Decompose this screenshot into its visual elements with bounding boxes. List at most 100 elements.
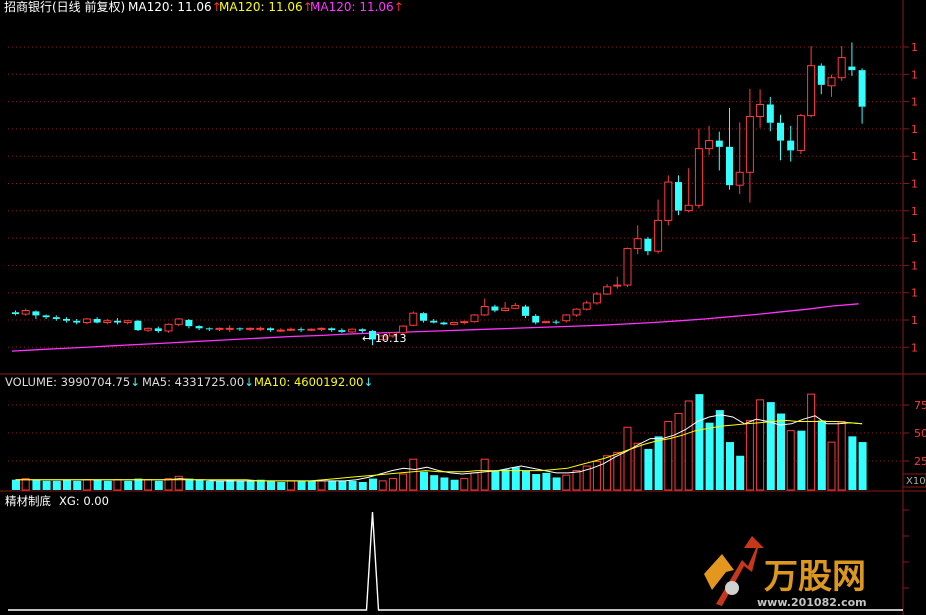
candle[interactable] xyxy=(12,310,19,316)
candle[interactable] xyxy=(684,168,693,213)
volume-bar[interactable] xyxy=(124,480,133,490)
volume-bar[interactable] xyxy=(42,480,51,490)
candle[interactable] xyxy=(480,298,489,316)
volume-bar[interactable] xyxy=(695,394,704,490)
volume-bar[interactable] xyxy=(12,479,20,490)
candle[interactable] xyxy=(705,125,714,155)
candle[interactable] xyxy=(522,304,529,319)
volume-bar[interactable] xyxy=(307,480,316,490)
volume-bar[interactable] xyxy=(52,480,61,490)
candle[interactable] xyxy=(715,131,723,171)
candle[interactable] xyxy=(664,175,673,226)
volume-bar[interactable] xyxy=(286,480,295,491)
candle[interactable] xyxy=(114,318,121,325)
volume-bar[interactable] xyxy=(277,482,286,490)
volume-bar[interactable] xyxy=(430,475,439,490)
volume-bar[interactable] xyxy=(562,474,571,491)
candle[interactable] xyxy=(491,304,499,313)
candle[interactable] xyxy=(613,276,622,289)
volume-bar[interactable] xyxy=(420,471,428,490)
volume-bar[interactable] xyxy=(195,479,204,490)
volume-bar[interactable] xyxy=(144,479,153,491)
volume-bar[interactable] xyxy=(532,474,541,490)
candle[interactable] xyxy=(338,328,346,333)
candle[interactable] xyxy=(348,328,357,333)
candle[interactable] xyxy=(796,113,805,154)
candle[interactable] xyxy=(93,317,101,324)
volume-bar[interactable] xyxy=(613,451,622,491)
candle[interactable] xyxy=(267,327,274,332)
volume-bar[interactable] xyxy=(32,479,41,490)
candle[interactable] xyxy=(675,175,682,216)
volume-bar[interactable] xyxy=(205,480,214,490)
candle[interactable] xyxy=(63,317,70,323)
candle[interactable] xyxy=(654,199,663,254)
volume-bar[interactable] xyxy=(103,480,112,490)
volume-bar[interactable] xyxy=(766,402,775,490)
volume-bar[interactable] xyxy=(745,419,754,491)
candle[interactable] xyxy=(572,308,581,317)
volume-bar[interactable] xyxy=(450,479,459,490)
volume-bar[interactable] xyxy=(82,479,91,491)
candle[interactable] xyxy=(134,319,142,332)
volume-bar[interactable] xyxy=(236,480,245,490)
candle[interactable] xyxy=(603,284,612,295)
volume-bar[interactable] xyxy=(705,422,714,490)
candle[interactable] xyxy=(42,314,50,319)
volume-bar[interactable] xyxy=(317,480,326,491)
volume-bar[interactable] xyxy=(623,426,632,491)
volume-bar[interactable] xyxy=(378,480,387,491)
candle[interactable] xyxy=(286,327,295,332)
volume-bar[interactable] xyxy=(216,480,224,490)
volume-bar[interactable] xyxy=(542,472,551,490)
candlestick-series[interactable] xyxy=(12,42,866,346)
volume-bar[interactable] xyxy=(797,430,806,490)
candle[interactable] xyxy=(817,63,825,95)
candle[interactable] xyxy=(174,318,183,327)
candle[interactable] xyxy=(582,300,591,311)
volume-bar[interactable] xyxy=(297,480,306,490)
volume-bar[interactable] xyxy=(786,430,795,491)
candle[interactable] xyxy=(205,327,213,332)
volume-bar[interactable] xyxy=(837,421,846,491)
candle[interactable] xyxy=(450,321,459,326)
volume-bar[interactable] xyxy=(501,469,510,490)
candle[interactable] xyxy=(409,311,418,327)
candle[interactable] xyxy=(123,319,132,325)
candle[interactable] xyxy=(694,128,703,209)
volume-bar[interactable] xyxy=(664,421,673,491)
volume-bar[interactable] xyxy=(164,478,173,491)
volume-bar[interactable] xyxy=(369,478,377,490)
candle[interactable] xyxy=(837,46,846,81)
candle[interactable] xyxy=(541,320,550,324)
volume-bar[interactable] xyxy=(817,420,826,490)
candle[interactable] xyxy=(532,314,540,325)
candle[interactable] xyxy=(440,321,448,326)
candle[interactable] xyxy=(726,108,733,190)
candle[interactable] xyxy=(511,302,520,310)
candle[interactable] xyxy=(246,327,255,332)
volume-bar[interactable] xyxy=(726,442,734,490)
volume-bar[interactable] xyxy=(684,400,693,491)
candle[interactable] xyxy=(225,325,234,332)
volume-bar[interactable] xyxy=(552,477,561,490)
candle[interactable] xyxy=(858,68,866,124)
candle[interactable] xyxy=(623,247,632,287)
volume-bar[interactable] xyxy=(807,393,816,491)
volume-bar[interactable] xyxy=(134,478,143,490)
volume-bar[interactable] xyxy=(93,479,102,490)
volume-bar[interactable] xyxy=(827,441,836,491)
candle[interactable] xyxy=(185,318,193,329)
candle[interactable] xyxy=(164,323,173,333)
candle[interactable] xyxy=(328,327,336,332)
volume-bar[interactable] xyxy=(154,480,163,490)
volume-bar[interactable] xyxy=(113,479,122,491)
volume-bar[interactable] xyxy=(440,477,449,490)
volume-bar[interactable] xyxy=(858,442,867,490)
volume-bar[interactable] xyxy=(348,480,357,490)
candle[interactable] xyxy=(460,320,469,325)
candle[interactable] xyxy=(756,89,765,128)
candle[interactable] xyxy=(307,328,316,332)
volume-bar[interactable] xyxy=(756,399,765,491)
candle[interactable] xyxy=(552,319,560,325)
